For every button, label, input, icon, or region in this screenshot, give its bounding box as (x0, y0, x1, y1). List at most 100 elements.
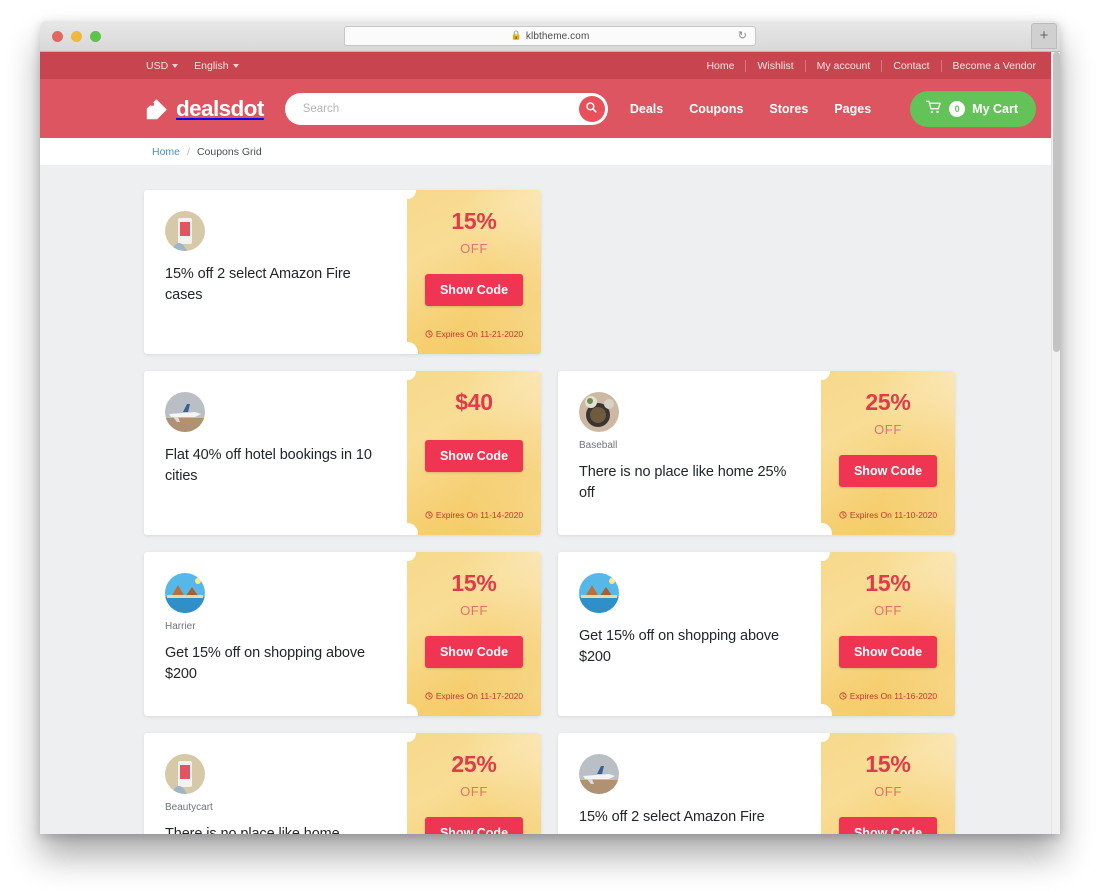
utility-topbar: USD English Home Wishlist My account Con… (40, 52, 1060, 79)
show-code-button[interactable]: Show Code (838, 455, 938, 487)
my-cart-button[interactable]: 0 My Cart (910, 90, 1036, 127)
phone-in-hand-thumb (165, 754, 205, 794)
nav-link-coupons[interactable]: Coupons (689, 102, 743, 116)
coupon-title: 15% off 2 select Amazon Fire cases (165, 266, 351, 304)
phone-in-hand-thumb (165, 211, 205, 251)
topbar-link-become-a-vendor[interactable]: Become a Vendor (942, 60, 1036, 72)
show-code-button[interactable]: Show Code (424, 274, 524, 306)
discount-value: 25% (865, 389, 911, 415)
site-header: dealsdot Search Deals Coupons Stores Pag… (40, 79, 1060, 138)
coupon-offer-panel: 15% OFF Show Code Expires On 11-16-2020 (821, 552, 955, 716)
discount-suffix: OFF (460, 603, 488, 618)
address-bar[interactable]: 🔒 klbtheme.com ↻ (344, 26, 756, 46)
coupon-expiry-text: Expires On 11-21-2020 (435, 329, 524, 339)
reload-icon[interactable]: ↻ (738, 30, 747, 42)
coupon-offer-panel: 15% OFF Show Code Expires On 11-21-2020 (407, 190, 541, 354)
clock-icon (425, 692, 433, 700)
discount-suffix: OFF (460, 784, 488, 799)
show-code-button[interactable]: Show Code (424, 817, 524, 834)
clock-icon (839, 511, 847, 519)
nav-link-pages[interactable]: Pages (834, 102, 871, 116)
topbar-link-wishlist[interactable]: Wishlist (746, 59, 806, 72)
topbar-links: Home Wishlist My account Contact Become … (695, 59, 1036, 72)
coupon-info: Get 15% off on shopping above $200 (558, 552, 821, 716)
show-code-button[interactable]: Show Code (424, 440, 524, 472)
coupon-title: Get 15% off on shopping above $200 (579, 628, 779, 666)
search-submit-button[interactable] (578, 95, 605, 122)
minimize-window-button[interactable] (71, 30, 82, 42)
show-code-button[interactable]: Show Code (838, 817, 938, 834)
url-text: 🔒 klbtheme.com (510, 29, 590, 42)
store-name[interactable]: Baseball (579, 440, 801, 451)
coupon-info: Baseball There is no place like home 25%… (558, 371, 821, 535)
resort-thumb (579, 573, 619, 613)
coupon-info: Flat 40% off hotel bookings in 10 cities (144, 371, 407, 535)
cart-count-badge: 0 (949, 100, 966, 117)
clock-icon (839, 692, 847, 700)
nav-link-stores[interactable]: Stores (769, 102, 808, 116)
coupon-card[interactable]: Flat 40% off hotel bookings in 10 cities… (144, 371, 541, 535)
chevron-down-icon (232, 63, 239, 68)
coupon-info: 15% off 2 select Amazon Fire cases (558, 733, 821, 834)
airplane-thumb (579, 754, 619, 794)
main-navigation: Deals Coupons Stores Pages 0 My Cart (630, 90, 1036, 127)
search-box[interactable] (284, 92, 608, 125)
lock-icon: 🔒 (510, 29, 522, 40)
coupon-card[interactable]: Harrier Get 15% off on shopping above $2… (144, 552, 541, 716)
store-name[interactable]: Beautycart (165, 802, 387, 813)
coupon-info: Beautycart There is no place like home (144, 733, 407, 834)
grid-empty-slot (558, 190, 955, 354)
coupon-card[interactable]: 15% off 2 select Amazon Fire cases 15% O… (144, 190, 541, 354)
coupon-expiry: Expires On 11-10-2020 (839, 510, 937, 520)
scrollbar-thumb[interactable] (1053, 52, 1060, 352)
search-input[interactable] (284, 92, 608, 125)
coupon-expiry: Expires On 11-16-2020 (839, 691, 937, 701)
browser-titlebar: 🔒 klbtheme.com ↻ + (40, 21, 1060, 52)
discount-value: 15% (451, 208, 497, 234)
clock-icon (425, 330, 433, 338)
new-tab-button[interactable]: + (1031, 23, 1057, 49)
discount-value: 25% (451, 751, 497, 777)
topbar-link-my-account[interactable]: My account (806, 59, 883, 72)
discount-suffix: OFF (874, 422, 902, 437)
coupon-offer-panel: 25% OFF Show Code Expires On 11-10-2020 (821, 371, 955, 535)
nav-link-deals[interactable]: Deals (630, 102, 663, 116)
search-icon (585, 101, 598, 117)
discount-suffix: OFF (874, 784, 902, 799)
discount-value: 15% (865, 751, 911, 777)
page-scrollbar[interactable] (1051, 52, 1060, 834)
coupon-info: 15% off 2 select Amazon Fire cases (144, 190, 407, 354)
discount-value: $40 (455, 389, 493, 415)
show-code-button[interactable]: Show Code (838, 636, 938, 668)
discount-value: 15% (451, 570, 497, 596)
topbar-link-contact[interactable]: Contact (882, 59, 942, 72)
coupon-expiry-text: Expires On 11-17-2020 (435, 691, 524, 701)
coupon-info: Harrier Get 15% off on shopping above $2… (144, 552, 407, 716)
site-logo[interactable]: dealsdot (145, 96, 264, 122)
coupon-expiry: Expires On 11-21-2020 (425, 329, 523, 339)
show-code-button[interactable]: Show Code (424, 636, 524, 668)
website: USD English Home Wishlist My account Con… (40, 52, 1060, 834)
maximize-window-button[interactable] (90, 30, 101, 42)
resort-thumb (165, 573, 205, 613)
browser-window: 🔒 klbtheme.com ↻ + USD English Home Wish… (40, 21, 1060, 834)
coupon-title: Flat 40% off hotel bookings in 10 cities (165, 447, 372, 485)
coupon-expiry: Expires On 11-17-2020 (425, 691, 523, 701)
coupon-card[interactable]: 15% off 2 select Amazon Fire cases 15% O… (558, 733, 955, 834)
page-content: 15% off 2 select Amazon Fire cases 15% O… (40, 166, 1060, 834)
discount-value: 15% (865, 570, 911, 596)
close-window-button[interactable] (52, 30, 63, 42)
language-selector[interactable]: English (194, 60, 239, 72)
topbar-link-home[interactable]: Home (695, 59, 747, 72)
food-bowl-thumb (579, 392, 619, 432)
store-name[interactable]: Harrier (165, 621, 387, 632)
logo-text: dealsdot (176, 95, 264, 121)
discount-suffix: OFF (460, 241, 488, 256)
coupon-card[interactable]: Get 15% off on shopping above $200 15% O… (558, 552, 955, 716)
coupon-card[interactable]: Baseball There is no place like home 25%… (558, 371, 955, 535)
clock-icon (425, 511, 433, 519)
breadcrumb-link-home[interactable]: Home (152, 146, 180, 158)
coupon-card[interactable]: Beautycart There is no place like home 2… (144, 733, 541, 834)
currency-selector[interactable]: USD (146, 60, 179, 72)
coupon-offer-panel: 15% OFF Show Code (821, 733, 955, 834)
